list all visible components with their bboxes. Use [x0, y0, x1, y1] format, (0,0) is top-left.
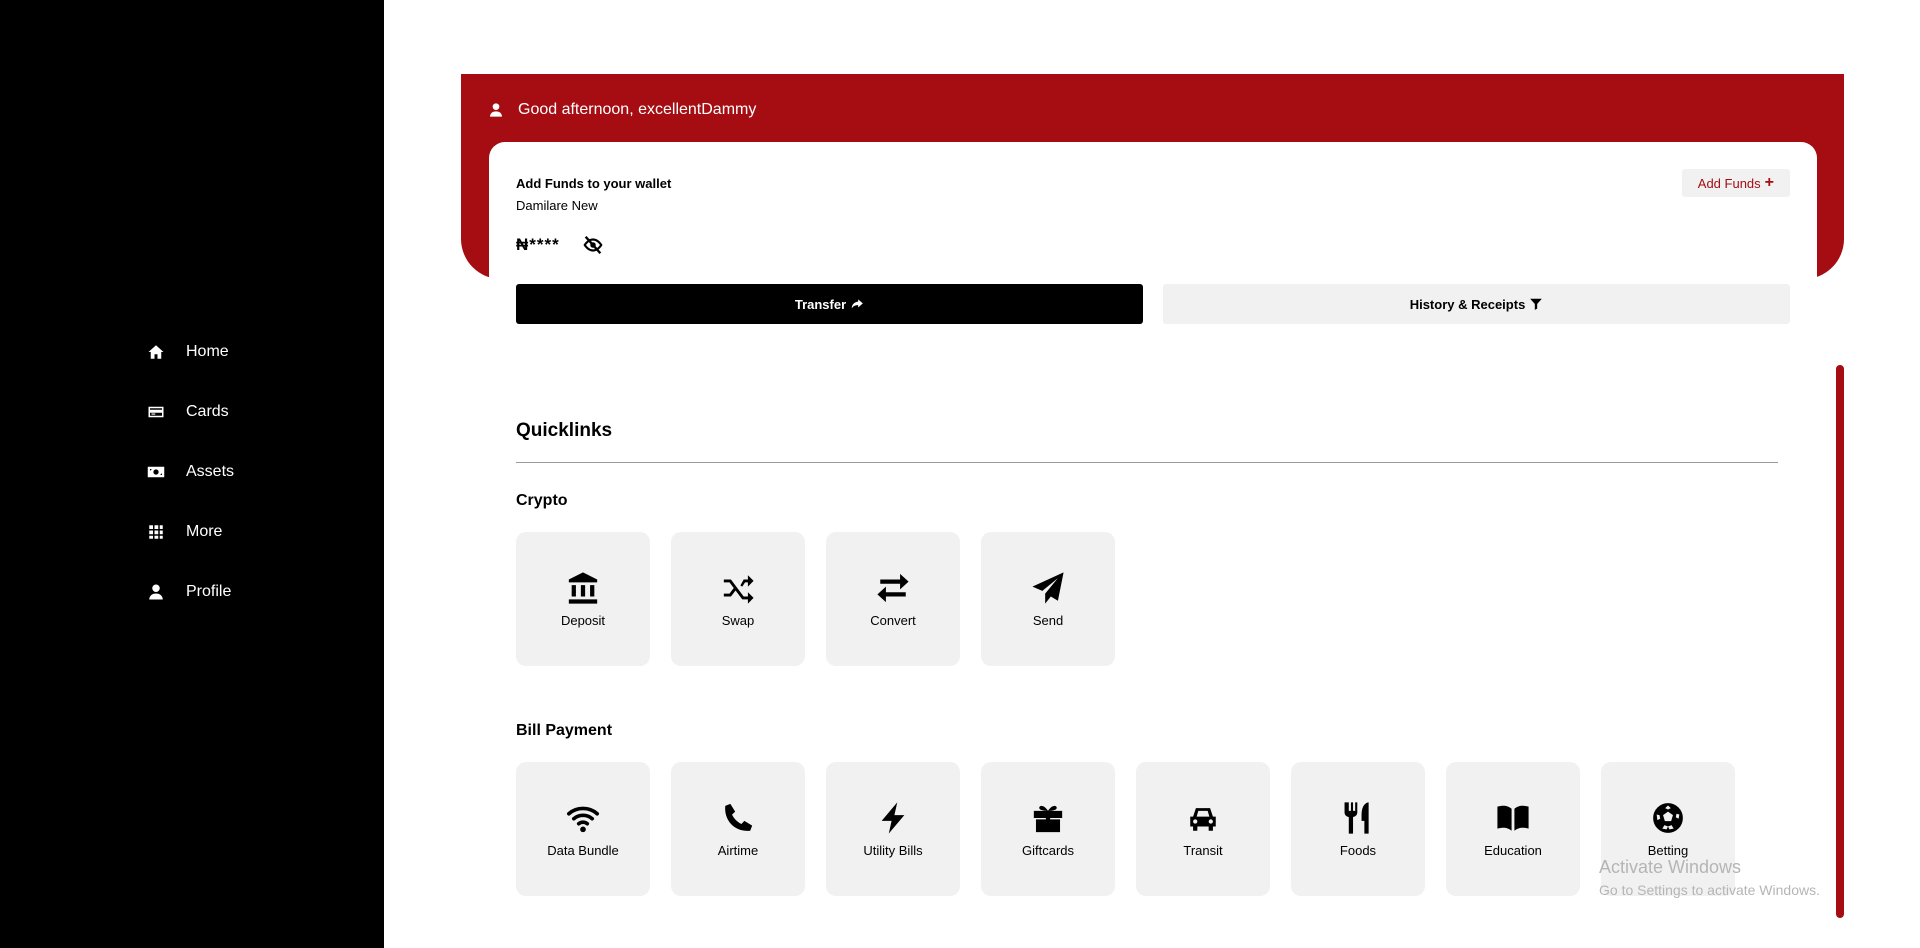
card-icon: [146, 402, 166, 422]
tile-swap[interactable]: Swap: [671, 532, 805, 666]
tile-foods[interactable]: Foods: [1291, 762, 1425, 896]
tile-label: Foods: [1339, 842, 1377, 858]
sidebar-item-label: More: [186, 523, 223, 540]
history-receipts-button[interactable]: History & Receipts: [1163, 284, 1790, 324]
quicklinks-title: Quicklinks: [516, 420, 613, 441]
soccer-ball-icon: [1653, 802, 1683, 833]
tile-transit[interactable]: Transit: [1136, 762, 1270, 896]
bill-payment-title: Bill Payment: [516, 722, 613, 739]
sidebar-item-home[interactable]: Home: [146, 322, 234, 382]
greeting: Good afternoon, excellentDammy: [488, 101, 756, 119]
user-icon: [490, 103, 502, 117]
sidebar-item-profile[interactable]: Profile: [146, 562, 234, 622]
tile-label: Transit: [1183, 842, 1223, 858]
car-icon: [1190, 807, 1216, 831]
crypto-title: Crypto: [516, 492, 568, 509]
tile-label: Utility Bills: [863, 842, 923, 858]
tile-airtime[interactable]: Airtime: [671, 762, 805, 896]
tile-label: Convert: [870, 612, 916, 628]
activate-windows-watermark: Activate Windows Go to Settings to activ…: [1599, 857, 1820, 898]
tile-label: Swap: [721, 612, 755, 628]
tile-label: Giftcards: [1021, 842, 1074, 858]
transfer-label: Transfer: [794, 296, 847, 312]
quicklinks-section: Quicklinks Crypto Deposit Swap Convert S…: [516, 420, 1778, 896]
tile-label: Betting: [1647, 842, 1689, 858]
scrollbar[interactable]: [1836, 365, 1844, 918]
transfer-button[interactable]: Transfer: [516, 284, 1143, 324]
wifi-icon: [566, 806, 600, 832]
tile-education[interactable]: Education: [1446, 762, 1580, 896]
tile-label: Airtime: [717, 842, 759, 858]
eye-slash-icon[interactable]: [580, 234, 606, 256]
user-icon: [146, 582, 166, 602]
balance: ₦****: [516, 234, 606, 256]
history-label: History & Receipts: [1409, 296, 1526, 312]
sidebar: Home Cards Assets More Profile: [0, 0, 384, 948]
exchange-icon: [877, 573, 909, 602]
balance-value: ₦****: [516, 235, 560, 254]
tile-label: Send: [1032, 612, 1064, 628]
add-funds-button[interactable]: Add Funds +: [1681, 169, 1790, 197]
tile-data-bundle[interactable]: Data Bundle: [516, 762, 650, 896]
sidebar-item-label: Home: [186, 343, 229, 360]
filter-icon: [1530, 298, 1543, 310]
tile-label: Data Bundle: [547, 842, 619, 858]
tile-convert[interactable]: Convert: [826, 532, 960, 666]
sidebar-nav: Home Cards Assets More Profile: [146, 322, 234, 622]
tile-deposit[interactable]: Deposit: [516, 532, 650, 666]
action-buttons: Transfer History & Receipts: [516, 284, 1790, 324]
book-icon: [1497, 805, 1529, 831]
utensils-icon: [1344, 801, 1369, 834]
plus-icon: +: [1764, 174, 1774, 191]
account-name: Damilare New: [516, 198, 598, 213]
sidebar-item-label: Assets: [186, 463, 235, 480]
money-icon: [146, 462, 166, 482]
divider: [516, 462, 1778, 463]
tile-send[interactable]: Send: [981, 532, 1115, 666]
tile-label: Education: [1484, 842, 1542, 858]
greeting-text: Good afternoon, excellentDammy: [518, 101, 757, 118]
phone-icon: [725, 803, 753, 831]
share-arrow-icon: [851, 299, 863, 309]
add-funds-label: Add Funds: [1697, 175, 1761, 191]
grid-icon: [146, 522, 166, 542]
crypto-tiles: Deposit Swap Convert Send: [516, 532, 1115, 666]
main-content: Good afternoon, excellentDammy Add Funds…: [384, 0, 1920, 948]
shuffle-icon: [723, 574, 754, 604]
gift-icon: [1033, 805, 1063, 832]
paper-plane-icon: [1032, 571, 1064, 604]
tile-label: Deposit: [560, 612, 606, 628]
bill-tiles: Data Bundle Airtime Utility Bills Giftca…: [516, 762, 1735, 896]
sidebar-item-cards[interactable]: Cards: [146, 382, 234, 442]
sidebar-item-label: Cards: [186, 403, 229, 420]
bank-icon: [568, 571, 598, 604]
watermark-line-1: Activate Windows: [1599, 857, 1742, 877]
home-icon: [146, 342, 166, 362]
watermark-line-2: Go to Settings to activate Windows.: [1599, 882, 1820, 898]
sidebar-item-label: Profile: [186, 583, 232, 600]
sidebar-item-more[interactable]: More: [146, 502, 234, 562]
sidebar-item-assets[interactable]: Assets: [146, 442, 234, 502]
tile-giftcards[interactable]: Giftcards: [981, 762, 1115, 896]
tile-utility-bills[interactable]: Utility Bills: [826, 762, 960, 896]
wallet-title: Add Funds to your wallet: [516, 176, 672, 191]
bolt-icon: [881, 801, 905, 834]
